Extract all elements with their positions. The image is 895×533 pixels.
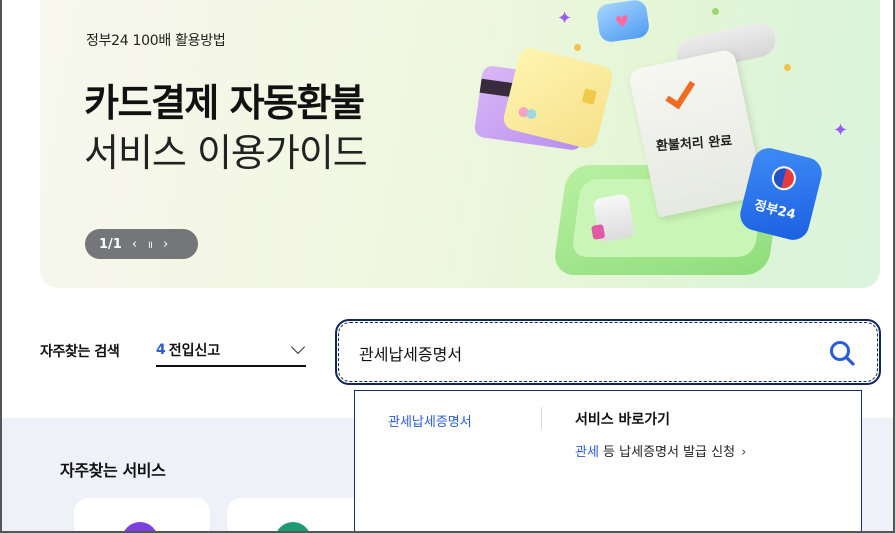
sparkle-icon: ✦ xyxy=(833,120,849,141)
decor-dot xyxy=(784,64,791,71)
frequent-search-select[interactable]: 4 전입신고 xyxy=(156,334,306,367)
chevron-right-icon: › xyxy=(741,445,747,460)
chevron-down-icon xyxy=(290,339,306,355)
badge-text: 정부24 xyxy=(752,198,798,223)
banner-title: 카드결제 자동환불 xyxy=(84,81,365,125)
divider xyxy=(541,407,542,429)
thumbs-up-icon xyxy=(591,193,636,243)
receipt-text: 환불처리 완료 xyxy=(655,133,733,155)
taegeuk-icon xyxy=(769,163,799,193)
banner-pager: 1/1 ‹ ॥ › xyxy=(85,229,198,259)
search-box xyxy=(335,319,881,385)
shortcut-heading: 서비스 바로가기 xyxy=(575,412,671,428)
promo-banner[interactable]: 정부24 100배 활용방법 카드결제 자동환불 서비스 이용가이드 환불처리 … xyxy=(40,0,880,288)
service-card[interactable] xyxy=(227,498,363,533)
pause-icon[interactable]: ॥ xyxy=(147,237,153,251)
autocomplete-suggestion[interactable]: 관세납세증명서 xyxy=(388,411,472,430)
shortcut-highlight: 관세 xyxy=(575,445,599,460)
check-icon xyxy=(665,75,696,110)
decor-dot xyxy=(574,44,581,51)
heart-bubble-icon: ♥ xyxy=(595,0,651,44)
shortcut-text: 등 납세증명서 발급 신청 xyxy=(598,445,736,460)
prev-icon[interactable]: ‹ xyxy=(132,237,137,252)
frequent-search-rank: 4 xyxy=(156,341,166,358)
search-icon[interactable] xyxy=(827,338,857,368)
service-card[interactable] xyxy=(74,498,210,533)
service-icon xyxy=(122,522,158,533)
banner-eyebrow: 정부24 100배 활용방법 xyxy=(86,33,226,49)
decor-dot xyxy=(712,8,719,15)
autocomplete-dropdown: 관세납세증명서 서비스 바로가기 관세 등 납세증명서 발급 신청 › xyxy=(354,390,862,533)
services-title: 자주찾는 서비스 xyxy=(60,461,166,480)
banner-subtitle: 서비스 이용가이드 xyxy=(84,131,368,175)
search-input[interactable] xyxy=(359,337,819,369)
sparkle-icon: ✦ xyxy=(557,8,573,29)
next-icon[interactable]: › xyxy=(163,237,168,252)
service-icon xyxy=(275,522,311,533)
frequent-search-term: 전입신고 xyxy=(168,342,221,359)
pager-count: 1/1 xyxy=(99,236,122,252)
frequent-search-label: 자주찾는 검색 xyxy=(40,344,120,360)
service-shortcut-link[interactable]: 관세 등 납세증명서 발급 신청 › xyxy=(575,441,746,460)
